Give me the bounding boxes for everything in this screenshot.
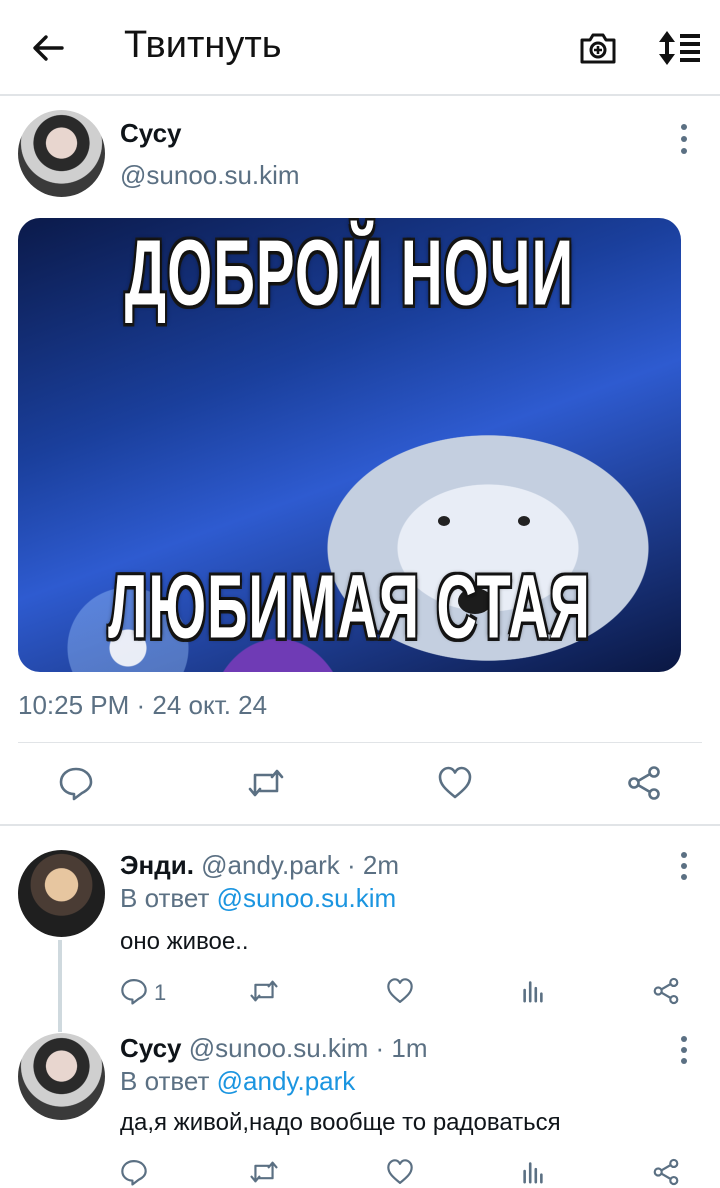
sort-icon[interactable] xyxy=(656,28,702,68)
reply-icon[interactable] xyxy=(120,1158,148,1186)
share-icon[interactable] xyxy=(652,1158,680,1186)
reply-to-prefix: В ответ xyxy=(120,883,217,913)
reply-to-line: В ответ @sunoo.su.kim xyxy=(120,883,396,914)
reply-count: 1 xyxy=(154,980,167,1005)
reply-author-name[interactable]: Сусу xyxy=(120,1033,182,1063)
analytics-icon[interactable] xyxy=(520,977,546,1003)
section-divider xyxy=(0,824,720,826)
author-name[interactable]: Сусу xyxy=(120,118,182,149)
top-app-bar: Твитнуть xyxy=(0,0,720,96)
tweet-timestamp: 10:25 PM · 24 окт. 24 xyxy=(18,690,268,720)
reply-to-prefix: В ответ xyxy=(120,1066,217,1096)
wolf-eye xyxy=(438,516,450,526)
reply-text: да,я живой,надо вообще то радоваться xyxy=(120,1109,561,1136)
avatar[interactable] xyxy=(18,1033,105,1120)
avatar[interactable] xyxy=(18,850,105,937)
divider xyxy=(18,742,702,743)
like-icon[interactable] xyxy=(437,765,473,801)
reply-header: Сусу @sunoo.su.kim · 1m xyxy=(120,1033,428,1064)
reply-meta: @sunoo.su.kim · 1m xyxy=(188,1033,428,1063)
reply-to-link[interactable]: @andy.park xyxy=(217,1066,356,1096)
media-caption-bottom: ЛЮБИМАЯ СТАЯ xyxy=(108,556,591,657)
reply-to-link[interactable]: @sunoo.su.kim xyxy=(217,883,397,913)
share-icon[interactable] xyxy=(626,765,662,801)
author-handle[interactable]: @sunoo.su.kim xyxy=(120,160,300,191)
reply-meta: @andy.park · 2m xyxy=(201,850,400,880)
back-arrow-icon[interactable] xyxy=(28,28,68,68)
thread-line xyxy=(58,940,62,1032)
share-icon[interactable] xyxy=(652,977,680,1005)
tweet-media-image[interactable]: ДОБРОЙ НОЧИ ЛЮБИМАЯ СТАЯ xyxy=(18,218,681,672)
avatar[interactable] xyxy=(18,110,105,197)
more-icon[interactable] xyxy=(679,1036,689,1066)
camera-icon[interactable] xyxy=(578,28,618,68)
reply-icon[interactable] xyxy=(120,977,148,1005)
analytics-icon[interactable] xyxy=(520,1158,546,1184)
retweet-icon[interactable] xyxy=(246,765,286,801)
reply-text: оно живое.. xyxy=(120,928,249,955)
media-caption-top: ДОБРОЙ НОЧИ xyxy=(124,221,575,326)
like-icon[interactable] xyxy=(386,977,414,1005)
retweet-icon[interactable] xyxy=(248,977,280,1005)
retweet-icon[interactable] xyxy=(248,1158,280,1186)
reply-author-name[interactable]: Энди. xyxy=(120,850,194,880)
like-icon[interactable] xyxy=(386,1158,414,1186)
more-icon[interactable] xyxy=(679,124,689,154)
reply-header: Энди. @andy.park · 2m xyxy=(120,850,399,881)
wolf-eye xyxy=(518,516,530,526)
more-icon[interactable] xyxy=(679,852,689,882)
reply-to-line: В ответ @andy.park xyxy=(120,1066,355,1097)
reply-icon[interactable] xyxy=(58,765,94,801)
page-title: Твитнуть xyxy=(124,24,282,66)
